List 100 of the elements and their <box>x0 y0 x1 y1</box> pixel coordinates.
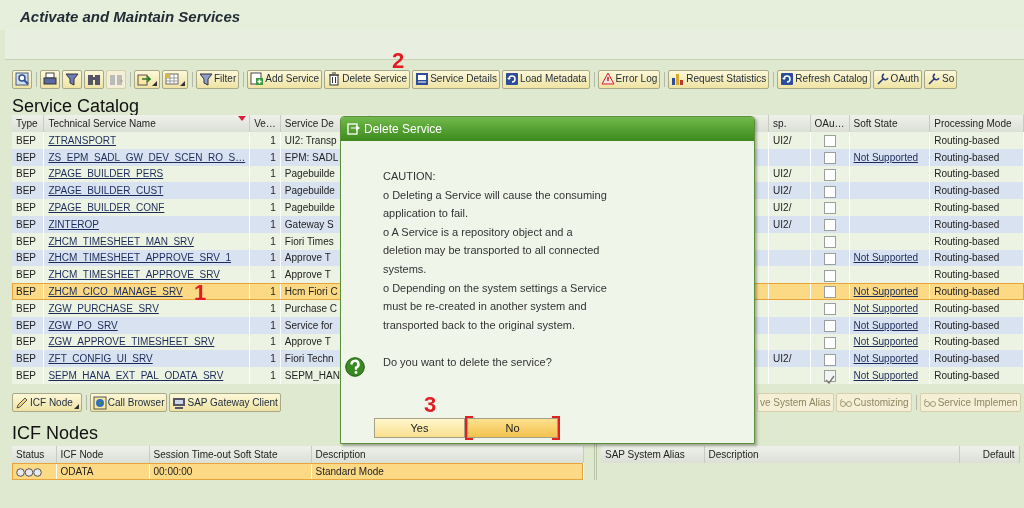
soft-state-link[interactable]: Not Supported <box>853 252 919 264</box>
checkbox[interactable] <box>823 236 836 249</box>
toolbar-button[interactable]: Error Log <box>597 69 661 89</box>
message-line: CAUTION: <box>383 169 437 184</box>
checkbox[interactable] <box>823 336 836 349</box>
checkbox[interactable] <box>823 135 836 148</box>
service-link[interactable]: ZHCM_TIMESHEET_APPROVE_SRV_1 <box>48 252 232 264</box>
column-header[interactable]: ICF Node <box>56 445 149 463</box>
toolbar-button[interactable]: Call Browser <box>89 393 168 413</box>
soft-state-link[interactable]: Not Supported <box>853 319 919 331</box>
service-link[interactable]: ZHCM_TIMESHEET_APPROVE_SRV <box>48 269 220 281</box>
pencil-icon <box>15 395 29 410</box>
toolbar-button[interactable]: SAP Gateway Client <box>169 393 281 413</box>
message-line: application to fail. <box>383 206 469 222</box>
table-cell: UI2/ <box>773 134 792 146</box>
service-link[interactable]: ZGW_APPROVE_TIMESHEET_SRV <box>48 336 215 348</box>
column-header[interactable]: Processing Mode <box>929 115 1024 132</box>
annotation-number: 1 <box>194 282 207 304</box>
service-link[interactable]: ZGW_PURCHASE_SRV <box>48 302 159 314</box>
column-header[interactable]: Type <box>12 115 44 132</box>
checkbox[interactable] <box>823 353 836 366</box>
soft-state-link[interactable]: Not Supported <box>853 302 919 314</box>
table-cell: BEP <box>16 134 36 146</box>
toolbar-button[interactable]: So <box>923 69 958 89</box>
checkbox[interactable] <box>823 219 836 232</box>
icon-button[interactable] <box>12 69 32 89</box>
question-text: Do you want to delete the service? <box>383 354 553 370</box>
table-cell: BEP <box>16 252 36 264</box>
checkbox[interactable] <box>823 252 836 265</box>
status-lights-icon <box>16 467 42 477</box>
message-line: o Deleting a Service will cause the consuming <box>383 187 608 203</box>
checkbox[interactable] <box>823 286 836 299</box>
table-cell: 1 <box>270 302 276 314</box>
soft-state-link[interactable]: Not Supported <box>853 151 919 163</box>
annotation-number: 3 <box>424 394 437 416</box>
column-header[interactable]: Default <box>959 445 1019 463</box>
soft-state-link[interactable]: Not Supported <box>853 353 919 365</box>
icon-button[interactable] <box>62 69 82 89</box>
checkbox[interactable] <box>823 370 836 383</box>
toolbar-button[interactable]: ICF Node <box>12 393 82 413</box>
table-cell: BEP <box>16 286 36 298</box>
checkbox[interactable] <box>823 168 836 181</box>
search-icon <box>15 72 29 86</box>
table-cell: BEP <box>16 353 36 365</box>
computer-icon <box>172 395 187 410</box>
table-cell: BEP <box>16 319 36 331</box>
column-header[interactable]: SAP System Alias <box>601 445 704 463</box>
checkbox[interactable] <box>823 303 836 316</box>
service-link[interactable]: ZFT_CONFIG_UI_SRV <box>48 353 153 365</box>
column-header[interactable]: Description <box>311 445 583 463</box>
table-cell: Hcm Fiori C <box>284 286 338 298</box>
column-header[interactable]: Session Time-out Soft State <box>149 445 311 463</box>
column-header[interactable]: Ve… <box>249 115 281 132</box>
toolbar-button[interactable]: Delete Service <box>324 69 411 89</box>
service-link[interactable]: ZHCM_CICO_MANAGE_SRV <box>48 286 183 298</box>
service-link[interactable]: ZPAGE_BUILDER_PERS <box>48 168 164 180</box>
service-link[interactable]: ZPAGE_BUILDER_CUST <box>48 185 164 197</box>
toolbar-button[interactable]: Service Details <box>412 69 500 89</box>
table-cell: SEPM_HAN <box>284 370 340 382</box>
column-header[interactable]: Description <box>704 445 959 463</box>
message-line: systems. <box>383 261 428 277</box>
table-cell: Routing-based <box>934 202 1000 214</box>
table-cell: Routing-based <box>934 269 1000 281</box>
service-link[interactable]: ZPAGE_BUILDER_CONF <box>48 202 165 214</box>
checkbox[interactable] <box>823 269 836 282</box>
column-header[interactable]: Soft State <box>849 115 930 132</box>
caret-icon <box>152 80 157 86</box>
refresh-icon <box>504 72 519 86</box>
table-cell: Routing-based <box>934 370 1000 382</box>
icon-button[interactable] <box>84 69 104 89</box>
caret-icon <box>73 404 79 410</box>
dialog-button[interactable]: No <box>467 418 558 438</box>
checkbox[interactable] <box>823 185 836 198</box>
checkbox[interactable] <box>823 152 836 165</box>
filter-icon <box>65 72 79 86</box>
table-cell: Approve T <box>284 336 331 348</box>
table-cell: Purchase C <box>284 302 338 314</box>
table-cell: Routing-based <box>934 353 1000 365</box>
service-link[interactable]: ZHCM_TIMESHEET_MAN_SRV <box>48 235 194 247</box>
soft-state-link[interactable]: Not Supported <box>853 370 919 382</box>
toolbar-button[interactable]: Load Metadata <box>501 69 590 89</box>
column-header[interactable]: Technical Service Name <box>43 115 250 132</box>
checkbox[interactable] <box>823 202 836 215</box>
binoculars-icon <box>87 72 101 86</box>
column-header[interactable]: sp. <box>768 115 811 132</box>
checkbox[interactable] <box>823 320 836 332</box>
filter-icon <box>199 72 213 86</box>
service-link[interactable]: ZS_EPM_SADL_GW_DEV_SCEN_RO_S… <box>48 151 246 163</box>
service-link[interactable]: SEPM_HANA_EXT_PAL_ODATA_SRV <box>48 370 224 382</box>
toolbar-button[interactable]: OAuth <box>872 69 922 89</box>
service-link[interactable]: ZGW_PO_SRV <box>48 319 118 331</box>
message-line: o A Service is a repository object and a <box>383 224 574 240</box>
table-cell: 1 <box>270 319 276 331</box>
column-header[interactable]: Status <box>12 445 56 463</box>
service-link[interactable]: ZTRANSPORT <box>48 134 117 146</box>
service-link[interactable]: ZINTEROP <box>48 218 99 230</box>
soft-state-link[interactable]: Not Supported <box>853 286 919 298</box>
dialog-button[interactable]: Yes <box>374 418 465 438</box>
column-header[interactable]: OAu… <box>810 115 850 132</box>
soft-state-link[interactable]: Not Supported <box>853 336 919 348</box>
